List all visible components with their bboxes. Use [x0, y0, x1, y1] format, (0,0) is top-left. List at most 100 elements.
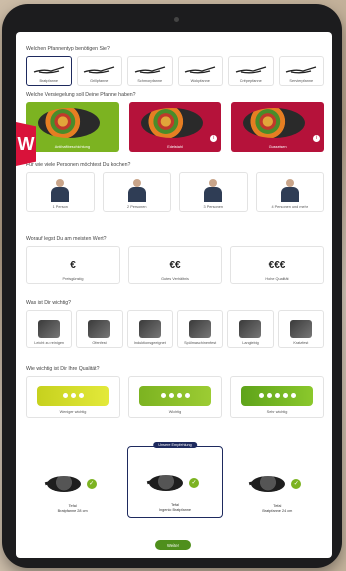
person-head	[132, 178, 141, 187]
feature-image	[189, 319, 212, 338]
pan-type-option[interactable]: Wokpfanne	[177, 56, 223, 86]
persons-option[interactable]: 3 Personen	[179, 172, 248, 212]
product-image: ✓	[247, 470, 307, 500]
person-photo	[199, 178, 227, 202]
info-icon: i	[210, 135, 218, 142]
pan-type-option[interactable]: Grillpfanne	[76, 56, 122, 86]
price-symbol: €€	[169, 259, 181, 271]
feature-option[interactable]: Ofenfest	[76, 310, 123, 348]
match-badge: ✓	[86, 479, 97, 489]
pan-type-label: Wokpfanne	[190, 78, 210, 83]
person-body	[280, 186, 299, 202]
coating-label: Antihaftbeschichtung	[54, 145, 90, 149]
coating-label: Edelstahl	[167, 145, 183, 149]
rating-dot	[258, 393, 264, 398]
feature-option[interactable]: Leicht zu reinigen	[26, 310, 73, 348]
rating-dot	[274, 393, 280, 398]
quality-label: Sehr wichtig	[266, 409, 288, 414]
coating-option[interactable]: Gusseisen i	[231, 102, 325, 152]
price-symbol: €	[70, 259, 76, 271]
product-name: Bratpfanne 28 cm	[57, 509, 88, 513]
persons-label: 1 Person	[52, 204, 68, 209]
product-name: Ingenio Bratpfanne	[158, 508, 192, 512]
product-card[interactable]: ✓ Tefal Bratpfanne 24 cm	[231, 446, 324, 518]
pan-type-section: Welchen Pfannentyp benötigen Sie? Bratpf…	[26, 46, 324, 86]
price-option[interactable]: € Preisgünstig	[26, 246, 120, 284]
match-badge: ✓	[291, 479, 302, 489]
quality-option[interactable]: Wichtig	[128, 376, 222, 418]
price-label: Gutes Verhältnis	[161, 276, 189, 281]
match-badge: ✓	[188, 478, 199, 488]
persons-label: 2 Personen	[127, 204, 147, 209]
pan-icon	[134, 65, 165, 73]
product-image: ✓	[145, 469, 205, 499]
pan-body	[148, 475, 183, 491]
pan-body	[251, 476, 286, 492]
persons-section: Für wie viele Personen möchtest Du koche…	[26, 162, 324, 212]
quality-section: Wie wichtig ist Dir Ihre Qualität? Wenig…	[26, 366, 324, 418]
quality-label: Weniger wichtig	[59, 409, 87, 414]
quality-option[interactable]: Weniger wichtig	[26, 376, 120, 418]
feature-option[interactable]: Spülmaschinenfest	[176, 310, 224, 348]
pan-type-label: Bratpfanne	[39, 78, 59, 83]
value-question: Worauf legst Du am meisten Wert?	[26, 236, 107, 242]
person-photo	[276, 178, 304, 202]
feature-image	[88, 319, 111, 338]
coating-label: Gusseisen	[268, 145, 287, 149]
person-head	[56, 178, 65, 187]
next-button[interactable]: Weiter	[155, 540, 191, 550]
rating-dot	[160, 393, 166, 398]
tablet-frame: W Welchen Pfannentyp benötigen Sie? Brat…	[2, 4, 342, 568]
product-card[interactable]: Unsere Empfehlung ✓ Tefal Ingenio Bratpfann…	[127, 442, 223, 518]
feature-option[interactable]: Induktionsgeeignet	[126, 310, 173, 348]
product-card[interactable]: ✓ Tefal Bratpfanne 28 cm	[26, 446, 119, 518]
persons-option[interactable]: 2 Personen	[102, 172, 171, 212]
rating-bar	[241, 385, 313, 406]
coating-section: Welche Versiegelung soll Deine Pfanne ha…	[26, 92, 325, 152]
pan-type-option[interactable]: Crêpepfanne	[228, 56, 274, 86]
pan-icon	[235, 65, 266, 73]
quality-option[interactable]: Sehr wichtig	[230, 376, 324, 418]
feature-label: Kratzfest	[293, 340, 309, 345]
product-name: Bratpfanne 24 cm	[262, 509, 293, 513]
persons-option[interactable]: 4 Personen und mehr	[255, 172, 324, 212]
person-photo	[123, 178, 151, 202]
rating-dot	[70, 393, 76, 398]
feature-label: Leicht zu reinigen	[34, 340, 65, 345]
persons-option[interactable]: 1 Person	[26, 172, 95, 212]
coating-question: Welche Versiegelung soll Deine Pfanne ha…	[26, 92, 136, 98]
results-section: ✓ Tefal Bratpfanne 28 cm Unsere Empfehlung ✓…	[26, 442, 324, 518]
pan-type-option[interactable]: Bratpfanne	[26, 56, 72, 86]
food-pan-image	[140, 108, 203, 138]
feature-option[interactable]: Kratzfest	[277, 310, 324, 348]
pan-type-label: Grillpfanne	[90, 78, 109, 83]
feature-image	[138, 319, 161, 338]
quality-question: Wie wichtig ist Dir Ihre Qualität?	[26, 366, 100, 372]
pan-type-label: Crêpepfanne	[239, 78, 262, 83]
product-image: ✓	[43, 470, 103, 500]
person-head	[285, 178, 294, 187]
rating-bar	[139, 385, 211, 406]
feature-label: Spülmaschinenfest	[184, 340, 217, 345]
food-pan-image	[38, 108, 100, 138]
rating-dot	[78, 393, 84, 398]
rating-dot	[168, 393, 174, 398]
tablet-screen: W Welchen Pfannentyp benötigen Sie? Brat…	[16, 32, 332, 558]
features-question: Was ist Dir wichtig?	[26, 300, 72, 306]
price-option[interactable]: €€€ Hohe Qualität	[230, 246, 324, 284]
recommendation-tag: Unsere Empfehlung	[153, 442, 197, 448]
pan-type-option[interactable]: Servierpfanne	[278, 56, 324, 86]
value-section: Worauf legst Du am meisten Wert? € Preisg…	[26, 236, 324, 284]
coating-option[interactable]: Edelstahl i	[128, 102, 222, 152]
feature-option[interactable]: Langlebig	[227, 310, 274, 348]
price-option[interactable]: €€ Gutes Verhältnis	[128, 246, 222, 284]
feature-label: Langlebig	[242, 340, 259, 345]
pan-type-option[interactable]: Schmorpfanne	[127, 56, 173, 86]
rating-dot	[282, 393, 288, 398]
info-icon: i	[313, 135, 321, 142]
front-camera	[174, 17, 179, 22]
coating-option[interactable]: Antihaftbeschichtung	[26, 102, 119, 152]
rating-dot	[176, 393, 182, 398]
pan-icon	[185, 65, 216, 73]
features-section: Was ist Dir wichtig? Leicht zu reinigen O…	[26, 300, 324, 348]
